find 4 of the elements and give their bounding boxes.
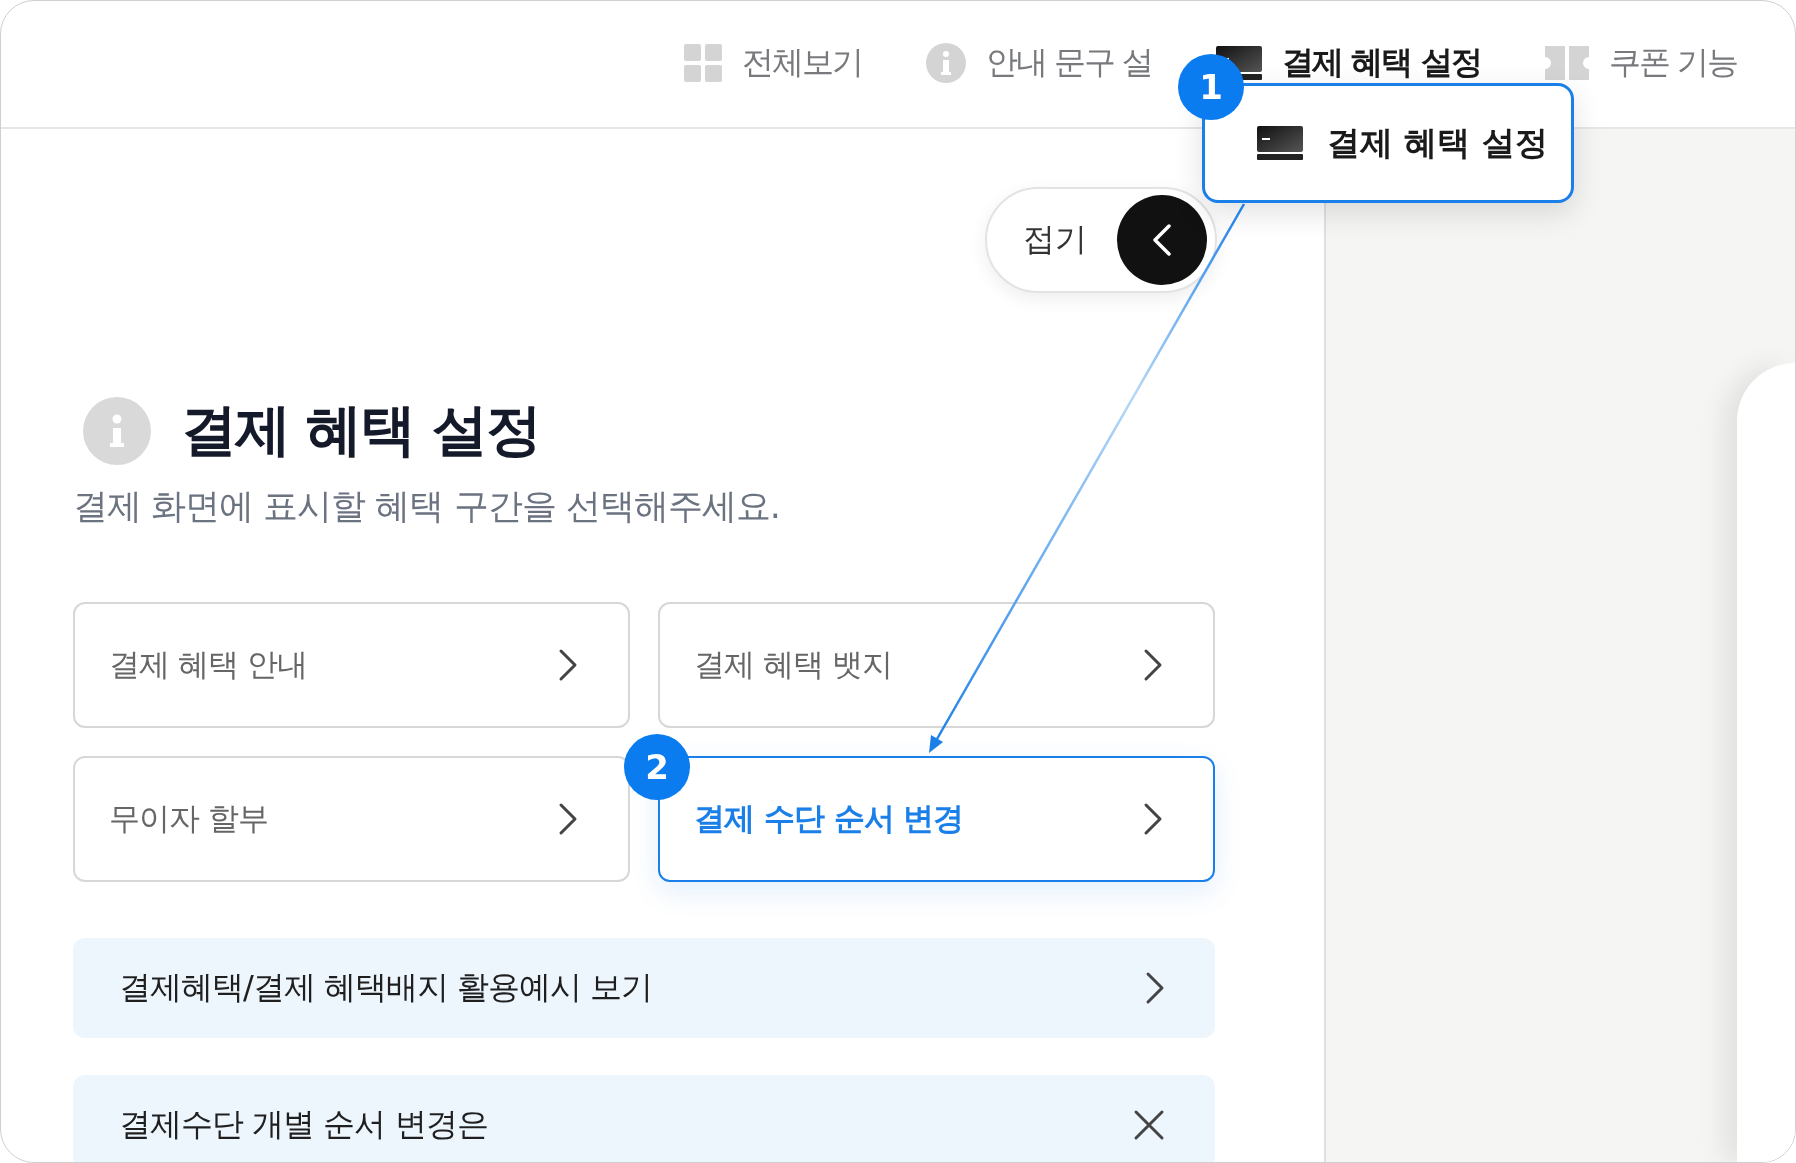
page-subtitle: 결제 화면에 표시할 혜택 구간을 선택해주세요.	[73, 485, 781, 528]
page-title: 결제 혜택 설정	[181, 396, 540, 464]
step-badge: 2	[624, 734, 690, 800]
step-badge: 1	[1178, 54, 1244, 120]
